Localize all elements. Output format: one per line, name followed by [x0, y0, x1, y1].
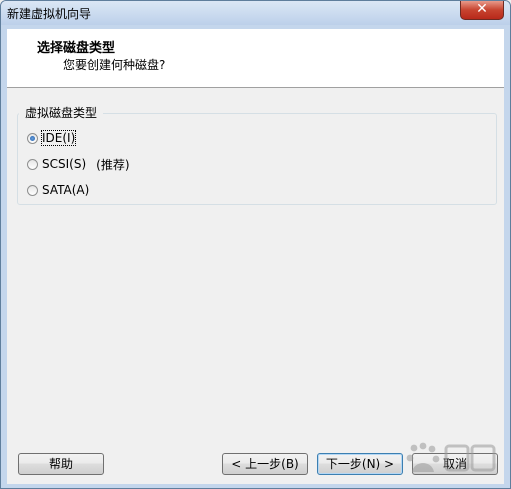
- wizard-header: 选择磁盘类型 您要创建何种磁盘?: [7, 29, 504, 88]
- radio-scsi[interactable]: [27, 158, 38, 170]
- help-button[interactable]: 帮助: [18, 453, 104, 475]
- page-title: 选择磁盘类型: [37, 41, 116, 56]
- radio-ide[interactable]: [27, 132, 38, 144]
- radio-sata[interactable]: [27, 184, 38, 196]
- disk-type-group-legend: 虚拟磁盘类型: [19, 104, 104, 121]
- radio-ide-label[interactable]: IDE(I): [40, 130, 77, 146]
- recommended-note: (推荐): [96, 157, 130, 172]
- wizard-body: 选择磁盘类型 您要创建何种磁盘? 虚拟磁盘类型 IDE(I) SCSI(S) (…: [7, 29, 504, 484]
- radio-option-sata[interactable]: SATA(A): [27, 182, 89, 198]
- radio-scsi-label[interactable]: SCSI(S): [42, 157, 86, 171]
- page-subtitle: 您要创建何种磁盘?: [63, 58, 166, 72]
- watermark-logo: [406, 442, 496, 472]
- wizard-window: 新建虚拟机向导 ✕ 选择磁盘类型 您要创建何种磁盘? 虚拟磁盘类型 IDE(I)…: [0, 0, 511, 489]
- title-bar[interactable]: 新建虚拟机向导 ✕: [1, 1, 510, 25]
- back-button[interactable]: < 上一步(B): [222, 453, 308, 475]
- close-button[interactable]: ✕: [460, 1, 504, 20]
- window-title: 新建虚拟机向导: [7, 7, 92, 21]
- radio-option-ide[interactable]: IDE(I): [27, 130, 77, 146]
- radio-sata-label[interactable]: SATA(A): [42, 183, 89, 197]
- next-button[interactable]: 下一步(N) >: [317, 453, 403, 475]
- close-icon: ✕: [476, 1, 488, 17]
- radio-option-scsi[interactable]: SCSI(S) (推荐): [27, 156, 130, 172]
